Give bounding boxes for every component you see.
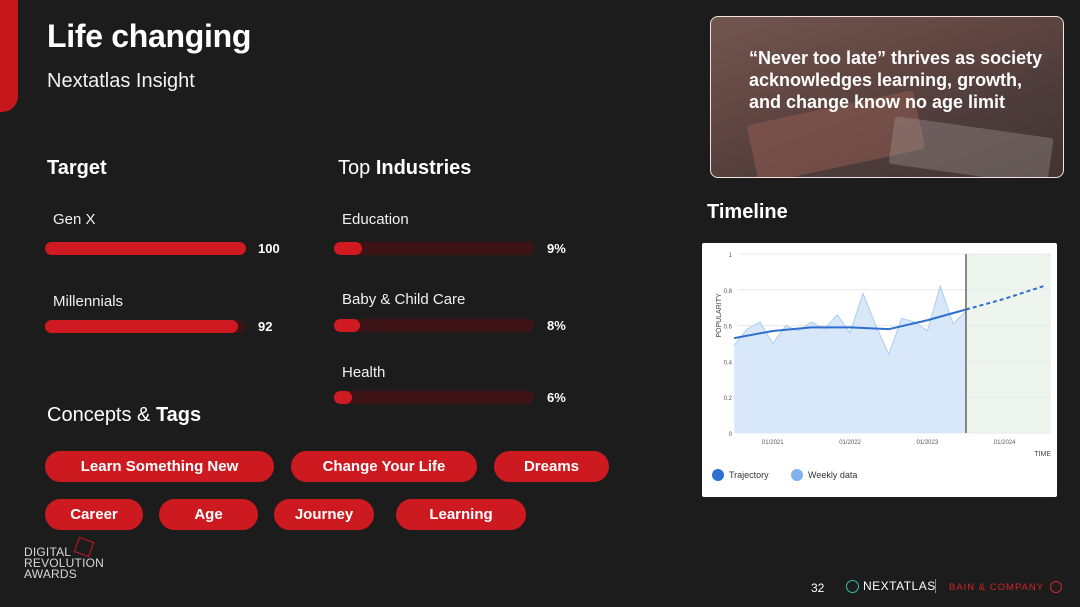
target-bar-fill-millennials <box>45 320 238 333</box>
industry-value-baby-child-care: 8% <box>547 318 566 333</box>
y-axis-label: POPULARITY <box>716 293 723 338</box>
quote-card: “Never too late” thrives as society ackn… <box>710 16 1064 178</box>
y-tick-label: 0.4 <box>724 360 733 366</box>
y-tick-label: 0.6 <box>724 325 733 331</box>
tag-journey[interactable]: Journey <box>274 499 374 530</box>
timeline-chart: 0 0.2 0.4 0.6 0.8 1 01/2021 01/2022 01/2023 01/20… <box>702 243 1057 497</box>
tag-learning[interactable]: Learning <box>396 499 526 530</box>
accent-tab <box>0 0 18 112</box>
industry-value-education: 9% <box>547 241 566 256</box>
x-tick-label: 01/2024 <box>994 440 1016 446</box>
target-bar-fill-genx <box>45 242 246 255</box>
industry-bar-baby-child-care <box>334 319 534 332</box>
x-tick-label: 01/2022 <box>839 440 861 446</box>
target-bar-genx <box>45 242 246 255</box>
forecast-region <box>965 254 1051 433</box>
industry-value-health: 6% <box>547 390 566 405</box>
legend-trajectory-swatch <box>712 469 724 481</box>
target-label-genx: Gen X <box>53 211 96 228</box>
industry-bar-fill-education <box>334 242 362 255</box>
slide-title: Life changing <box>47 18 252 54</box>
timeline-chart-svg: 0 0.2 0.4 0.6 0.8 1 01/2021 01/2022 01/2023 01/20… <box>716 253 1051 458</box>
industry-label-baby-child-care: Baby & Child Care <box>342 291 466 308</box>
legend-trajectory: Trajectory <box>712 469 769 481</box>
quote-text: “Never too late” thrives as society ackn… <box>749 48 1043 112</box>
industries-heading: Top Industries <box>338 157 472 179</box>
tag-learn-something-new[interactable]: Learn Something New <box>45 451 274 482</box>
target-bar-millennials <box>45 320 246 333</box>
legend-weekly-data: Weekly data <box>791 469 857 481</box>
industry-bar-education <box>334 242 534 255</box>
industry-bar-fill-health <box>334 391 352 404</box>
target-heading: Target <box>47 157 107 179</box>
industry-label-education: Education <box>342 211 409 228</box>
y-tick-label: 1 <box>729 253 733 259</box>
target-value-millennials: 92 <box>258 319 273 334</box>
industry-bar-fill-baby-child-care <box>334 319 360 332</box>
page-number: 32 <box>811 581 825 595</box>
slide-subtitle: Nextatlas Insight <box>47 70 195 92</box>
footer-divider <box>935 579 936 593</box>
y-tick-label: 0.8 <box>724 289 733 295</box>
industry-bar-health <box>334 391 534 404</box>
y-tick-label: 0.2 <box>724 396 733 402</box>
target-label-millennials: Millennials <box>53 293 124 310</box>
tag-age[interactable]: Age <box>159 499 258 530</box>
bain-logo: BAIN & COMPANY <box>949 581 1063 593</box>
legend-weekly-swatch <box>791 469 803 481</box>
concepts-heading: Concepts & Tags <box>47 404 202 426</box>
x-tick-label: 01/2023 <box>916 440 938 446</box>
tag-change-your-life[interactable]: Change Your Life <box>291 451 477 482</box>
x-tick-label: 01/2021 <box>762 440 784 446</box>
tag-dreams[interactable]: Dreams <box>494 451 609 482</box>
nextatlas-logo: NEXTATLAS <box>846 579 936 593</box>
weekly-data-area <box>734 286 966 433</box>
industry-label-health: Health <box>342 364 386 381</box>
digital-revolution-awards-logo: DIGITAL REVOLUTION AWARDS <box>24 536 114 591</box>
target-value-genx: 100 <box>258 241 280 256</box>
nextatlas-icon <box>846 579 859 593</box>
bain-icon <box>1050 581 1063 593</box>
y-tick-label: 0 <box>729 432 733 438</box>
x-axis-label: TIME <box>1034 451 1051 458</box>
timeline-heading: Timeline <box>707 201 788 223</box>
tag-career[interactable]: Career <box>45 499 143 530</box>
